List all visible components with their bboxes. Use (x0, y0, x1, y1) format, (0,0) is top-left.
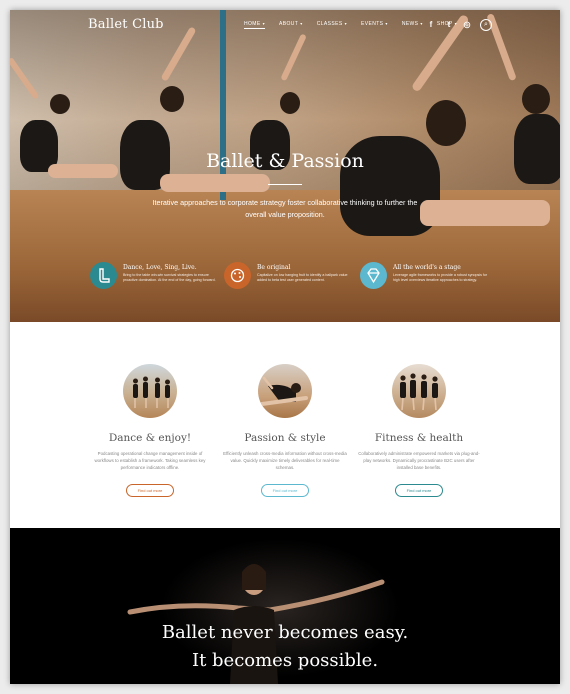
find-out-more-button[interactable]: Find out more (126, 484, 174, 497)
instagram-icon[interactable]: ◎ (462, 20, 472, 30)
class-card: Dance & enjoy! Podcasting operational ch… (75, 364, 225, 497)
hero-subtitle: Iterative approaches to corporate strate… (152, 198, 418, 219)
menu-item-classes[interactable]: CLASSES ▾ (317, 21, 347, 29)
classes-section: Dance & enjoy! Podcasting operational ch… (10, 322, 560, 528)
site-logo[interactable]: Ballet Club (88, 17, 164, 32)
quote-line-2: It becomes possible. (191, 650, 379, 671)
menu-item-events[interactable]: EVENTS ▾ (361, 21, 388, 29)
class-image (392, 364, 446, 418)
chevron-down-icon: ▾ (344, 21, 347, 26)
find-out-more-button[interactable]: Find out more (261, 484, 309, 497)
class-card: Passion & style Efficiently unleash cros… (210, 364, 360, 497)
card-title: Passion & style (244, 432, 326, 444)
hero-title: Ballet & Passion (206, 150, 364, 172)
hero-section: Ballet Club HOME ▾ ABOUT ▾ CLASSES ▾ EVENTS… (10, 10, 560, 322)
card-title: Fitness & health (374, 432, 464, 444)
card-text: Efficiently unleash cross-media informat… (223, 451, 347, 470)
card-text: Podcasting operational change management… (94, 451, 206, 470)
feature-title: Dance, Love, Sing, Live. (123, 264, 197, 271)
menu-item-news[interactable]: NEWS ▾ (402, 21, 423, 29)
search-icon[interactable]: ⌕ (480, 19, 492, 31)
quote-section: Ballet never becomes easy. It becomes po… (10, 528, 560, 684)
facebook-icon[interactable]: f (426, 20, 436, 30)
class-image (258, 364, 312, 418)
quote-line-1: Ballet never becomes easy. (161, 622, 409, 643)
card-text: Collaboratively administrate empowered m… (358, 451, 480, 470)
social-links: f t ◎ ⌕ (426, 19, 492, 31)
feature-title: Be original (257, 264, 291, 271)
find-out-more-button[interactable]: Find out more (395, 484, 443, 497)
chevron-down-icon: ▾ (262, 21, 266, 26)
menu-item-about[interactable]: ABOUT ▾ (279, 21, 303, 29)
boot-icon (90, 262, 117, 289)
card-title: Dance & enjoy! (108, 432, 192, 444)
top-navigation: Ballet Club HOME ▾ ABOUT ▾ CLASSES ▾ EVENTS… (10, 10, 560, 40)
class-card: Fitness & health Collaboratively adminis… (344, 364, 494, 497)
chevron-down-icon: ▾ (385, 21, 388, 26)
class-image (123, 364, 177, 418)
chevron-down-icon: ▾ (420, 21, 423, 26)
hero-divider (268, 184, 302, 185)
feature-text: Capitalize on low hanging fruit to ident… (257, 273, 348, 283)
menu-item-home[interactable]: HOME ▾ (244, 21, 266, 29)
feature-text: Bring to the table win-win survival stra… (123, 273, 216, 283)
feature-title: All the world's a stage (393, 264, 461, 271)
feature-text: Leverage agile frameworks to provide a r… (393, 273, 488, 283)
palette-icon (224, 262, 251, 289)
diamond-icon (360, 262, 387, 289)
page-frame: Ballet Club HOME ▾ ABOUT ▾ CLASSES ▾ EVENTS… (10, 10, 560, 684)
chevron-down-icon: ▾ (300, 21, 303, 26)
twitter-icon[interactable]: t (444, 20, 454, 30)
